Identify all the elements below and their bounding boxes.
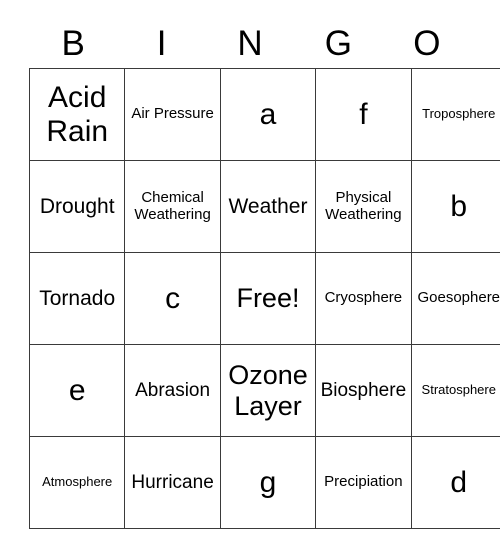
bingo-cell-label: Drought <box>39 194 115 218</box>
bingo-header-letter-n: N <box>237 24 263 63</box>
bingo-cell-label: Cryosphere <box>324 289 403 307</box>
bingo-cell[interactable]: Physical Weathering <box>315 160 412 253</box>
bingo-cell-label: Precipiation <box>324 473 403 491</box>
bingo-header-row: B I N G O <box>29 0 471 68</box>
bingo-header-letter-i: I <box>156 24 167 63</box>
bingo-cell-label: b <box>450 189 468 223</box>
bingo-cell-label: Weather <box>228 194 308 218</box>
bingo-cell-label: Biosphere <box>320 379 407 401</box>
bingo-header-letter-g: G <box>324 24 353 63</box>
bingo-cell[interactable]: Tornado <box>28 252 126 345</box>
bingo-row: Tornado c Free! Cryosphere Goesophere <box>28 252 500 345</box>
bingo-cell-label: Tornado <box>39 286 116 310</box>
bingo-cell-label: Hurricane <box>131 471 214 493</box>
bingo-cell[interactable]: g <box>219 436 317 529</box>
bingo-cell-label: d <box>450 465 468 499</box>
bingo-row: e Abrasion Ozone Layer Biosphere Stratos… <box>28 344 500 437</box>
bingo-cell[interactable]: Troposphere <box>410 68 500 161</box>
bingo-row: Drought Chemical Weathering Weather Phys… <box>28 160 500 253</box>
bingo-cell-label: Goesophere <box>417 289 500 307</box>
bingo-cell[interactable]: Precipiation <box>315 436 412 529</box>
bingo-cell[interactable]: Air Pressure <box>124 68 221 161</box>
bingo-cell-label: c <box>165 281 181 315</box>
bingo-cell-free[interactable]: Free! <box>219 252 317 345</box>
bingo-cell[interactable]: Ozone Layer <box>219 344 317 437</box>
bingo-cell-label: Physical Weathering <box>325 188 402 223</box>
bingo-row: Atmosphere Hurricane g Precipiation d <box>28 436 500 529</box>
bingo-cell[interactable]: b <box>410 160 500 253</box>
bingo-cell[interactable]: Stratosphere <box>410 344 500 437</box>
bingo-cell-label: Ozone Layer <box>228 360 308 421</box>
bingo-cell[interactable]: e <box>28 344 126 437</box>
bingo-cell[interactable]: c <box>124 252 221 345</box>
bingo-cell-label: a <box>259 97 277 131</box>
bingo-cell[interactable]: Abrasion <box>124 344 221 437</box>
bingo-cell[interactable]: Goesophere <box>410 252 500 345</box>
bingo-cell-label: Stratosphere <box>421 382 496 398</box>
bingo-cell-label: f <box>359 97 368 131</box>
bingo-row: Acid Rain Air Pressure a f Troposphere <box>28 68 500 161</box>
bingo-cell-label: Troposphere <box>422 106 496 122</box>
bingo-cell[interactable]: f <box>315 68 412 161</box>
bingo-header-letter-b: B <box>61 24 85 63</box>
bingo-cell-label: Acid Rain <box>46 80 109 148</box>
bingo-cell-label: Abrasion <box>135 379 211 401</box>
bingo-cell[interactable]: Hurricane <box>124 436 221 529</box>
bingo-cell[interactable]: Acid Rain <box>28 68 126 161</box>
bingo-header-letter-o: O <box>413 24 441 63</box>
bingo-cell[interactable]: a <box>219 68 317 161</box>
bingo-cell-label: Atmosphere <box>42 474 113 490</box>
bingo-cell[interactable]: Cryosphere <box>315 252 412 345</box>
bingo-cell[interactable]: Atmosphere <box>28 436 126 529</box>
bingo-cell[interactable]: Biosphere <box>315 344 412 437</box>
bingo-cell[interactable]: Weather <box>219 160 317 253</box>
bingo-cell-label: Air Pressure <box>131 105 214 123</box>
bingo-cell-label: Free! <box>236 283 300 314</box>
bingo-cell-label: e <box>68 373 86 407</box>
bingo-cell-label: g <box>259 465 277 499</box>
bingo-cell[interactable]: Chemical Weathering <box>124 160 221 253</box>
bingo-cell[interactable]: d <box>410 436 500 529</box>
bingo-grid: Acid Rain Air Pressure a f Troposphere D… <box>28 68 500 529</box>
bingo-cell-label: Chemical Weathering <box>134 188 211 223</box>
bingo-card: B I N G O Acid Rain Air Pressure a f Tro… <box>28 0 500 529</box>
bingo-cell[interactable]: Drought <box>28 160 126 253</box>
